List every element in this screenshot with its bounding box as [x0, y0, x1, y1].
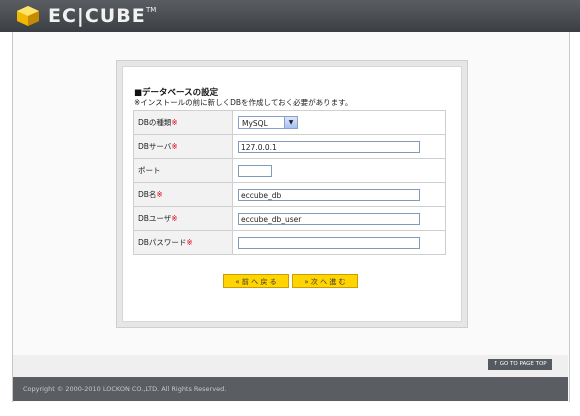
- db-password-input[interactable]: [238, 236, 420, 249]
- db-type-selected: MySQL: [242, 119, 268, 128]
- required-mark: ※: [171, 142, 178, 151]
- db-password-label: DBパスワード: [138, 238, 187, 247]
- row-port: ポート: [133, 158, 446, 183]
- cube-logo-icon: [17, 6, 39, 26]
- chevron-down-icon[interactable]: ▼: [284, 117, 297, 128]
- db-name-label-cell: DB名※: [133, 182, 233, 207]
- db-server-value-cell: 127.0.0.1: [232, 134, 446, 159]
- db-settings-table: DBの種類※ MySQL ▼ DBサーバ※ 127.0.0.1 ポート DB名※…: [133, 110, 446, 255]
- required-mark: ※: [186, 238, 193, 247]
- required-mark: ※: [171, 214, 178, 223]
- db-type-label: DBの種類: [138, 118, 172, 127]
- db-server-label-cell: DBサーバ※: [133, 134, 233, 159]
- db-user-input[interactable]: eccube_db_user: [238, 212, 420, 225]
- db-user-label-cell: DBユーザ※: [133, 206, 233, 231]
- port-label-cell: ポート: [133, 158, 233, 183]
- row-db-type: DBの種類※ MySQL ▼: [133, 110, 446, 135]
- footer-copyright: Copyright © 2000-2010 LOCKON CO.,LTD. Al…: [13, 377, 568, 401]
- required-mark: ※: [156, 190, 163, 199]
- row-db-user: DBユーザ※ eccube_db_user: [133, 206, 446, 231]
- logo-trademark: TM: [146, 6, 157, 14]
- bottom-bar: [13, 355, 568, 377]
- db-server-input[interactable]: 127.0.0.1: [238, 140, 420, 153]
- db-type-select[interactable]: MySQL ▼: [238, 116, 298, 129]
- db-name-value-cell: eccube_db: [232, 182, 446, 207]
- db-name-input[interactable]: eccube_db: [238, 188, 420, 201]
- db-name-label: DB名: [138, 190, 157, 199]
- row-db-password: DBパスワード※: [133, 230, 446, 255]
- db-password-value-cell: [232, 230, 446, 255]
- required-mark: ※: [171, 118, 178, 127]
- site-header: EC|CUBE TM: [0, 0, 580, 32]
- db-password-label-cell: DBパスワード※: [133, 230, 233, 255]
- row-db-server: DBサーバ※ 127.0.0.1: [133, 134, 446, 159]
- page-top-button[interactable]: ↑ GO TO PAGE TOP: [488, 359, 552, 370]
- logo-wordmark: EC|CUBE: [48, 5, 146, 27]
- port-label: ポート: [138, 166, 161, 175]
- port-value-cell: [232, 158, 446, 183]
- row-db-name: DB名※ eccube_db: [133, 182, 446, 207]
- db-type-label-cell: DBの種類※: [133, 110, 233, 135]
- db-user-value-cell: eccube_db_user: [232, 206, 446, 231]
- db-server-label: DBサーバ: [138, 142, 172, 151]
- section-note: ※インストールの前に新しくDBを作成しておく必要があります。: [134, 98, 353, 107]
- port-input[interactable]: [238, 164, 272, 177]
- db-user-label: DBユーザ: [138, 214, 172, 223]
- next-button[interactable]: » 次 へ 進 む: [292, 274, 358, 288]
- back-button[interactable]: « 前 へ 戻 る: [223, 274, 289, 288]
- db-type-value-cell: MySQL ▼: [232, 110, 446, 135]
